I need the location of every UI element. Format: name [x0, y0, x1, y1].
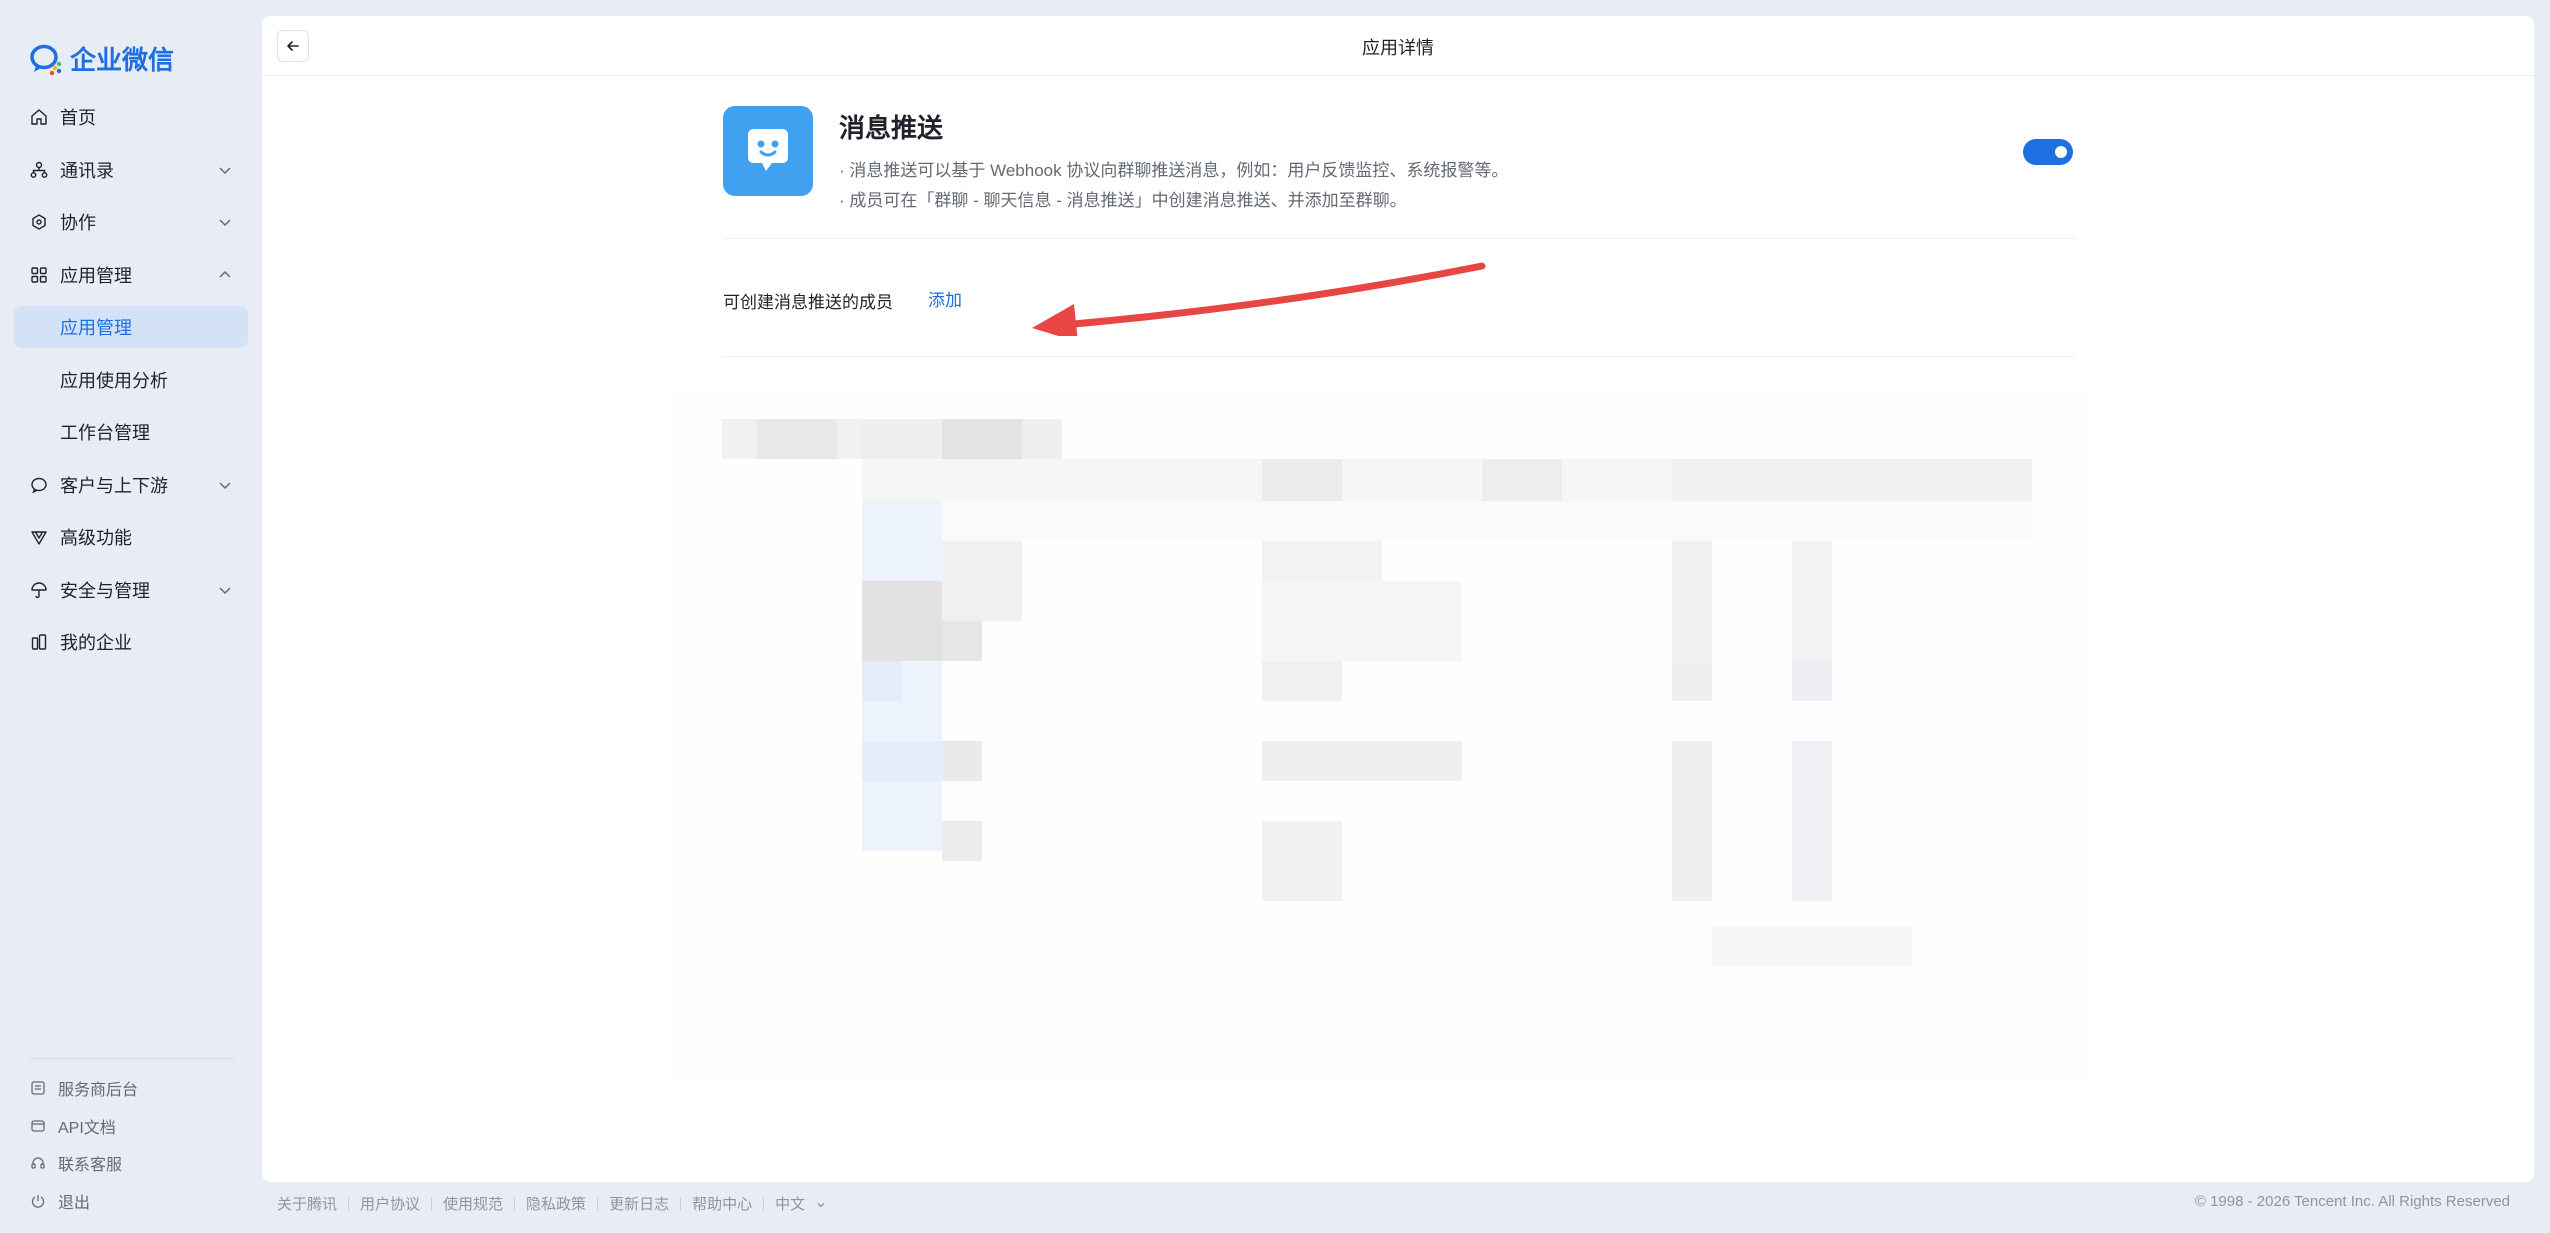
sidebar-item-label: 应用管理: [60, 265, 132, 286]
sidebar-item-app-management[interactable]: 应用管理: [14, 254, 248, 296]
sidebar-item-advanced[interactable]: 高级功能: [14, 516, 248, 558]
footer-separator: [680, 1196, 682, 1211]
wecom-logo-icon: [30, 44, 62, 76]
logout-link[interactable]: 退出: [30, 1188, 138, 1214]
sidebar-item-collab[interactable]: 协作: [14, 201, 248, 243]
footer-link-usage-rules[interactable]: 使用规范: [443, 1193, 503, 1214]
footer-separator: [597, 1196, 599, 1211]
app-enable-toggle[interactable]: [2023, 139, 2073, 165]
service-backend-link[interactable]: 服务商后台: [30, 1075, 138, 1101]
sidebar-item-customers[interactable]: 客户与上下游: [14, 464, 248, 506]
collab-icon: [30, 213, 48, 231]
apps-icon: [30, 266, 48, 284]
sidebar-bottom-links: 服务商后台 API文档 联系客服 退出: [30, 1075, 138, 1225]
chevron-up-icon: [219, 270, 231, 278]
bottom-link-label: 联系客服: [58, 1157, 123, 1174]
contact-support-link[interactable]: 联系客服: [30, 1150, 138, 1176]
copyright: © 1998 - 2026 Tencent Inc. All Rights Re…: [2194, 1193, 2510, 1210]
chevron-down-icon: [219, 166, 231, 174]
footer-link-help[interactable]: 帮助中心: [692, 1193, 752, 1214]
bottom-link-label: 退出: [58, 1194, 91, 1212]
add-members-link[interactable]: 添加: [928, 286, 962, 311]
brand-logo[interactable]: 企业微信: [28, 40, 174, 76]
sidebar-item-label: 应用使用分析: [60, 370, 168, 391]
app-description: · 消息推送可以基于 Webhook 协议向群聊推送消息，例如：用户反馈监控、系…: [839, 156, 1508, 216]
divider: [723, 238, 2075, 239]
chevron-down-icon: [219, 586, 231, 594]
building-icon: [30, 633, 48, 651]
sidebar-subitem-workbench-management[interactable]: 工作台管理: [14, 411, 248, 453]
api-icon: [31, 1119, 45, 1132]
service-icon: [31, 1081, 45, 1095]
app-icon: [723, 106, 813, 196]
footer-separator: [348, 1196, 350, 1211]
api-docs-link[interactable]: API文档: [30, 1113, 138, 1139]
annotation-arrow: [1032, 262, 1486, 336]
chevron-down-icon: [219, 481, 231, 489]
footer-link-privacy[interactable]: 隐私政策: [526, 1193, 586, 1214]
sidebar-item-label: 我的企业: [60, 633, 132, 653]
sidebar-item-label: 首页: [60, 108, 96, 128]
app-description-line: · 消息推送可以基于 Webhook 协议向群聊推送消息，例如：用户反馈监控、系…: [839, 161, 1509, 180]
sidebar-item-security[interactable]: 安全与管理: [14, 569, 248, 611]
sidebar-item-label: 工作台管理: [60, 423, 150, 443]
sidebar-nav: 首页 通讯录 协作 应用管理 应用管理 应用使用分析 工作台管理 客户与上下游 …: [14, 96, 248, 674]
page-title: 应用详情: [1362, 38, 1434, 58]
bottom-link-label: 服务商后台: [58, 1082, 139, 1099]
language-label: 中文: [775, 1196, 806, 1213]
sidebar-item-contacts[interactable]: 通讯录: [14, 149, 248, 191]
footer-separator: [763, 1196, 765, 1211]
sidebar-item-label: 高级功能: [60, 528, 132, 548]
chevron-down-icon: [817, 1203, 825, 1208]
page-header: 应用详情: [262, 16, 2534, 76]
blurred-member-table: [672, 386, 2092, 1086]
sidebar-divider: [30, 1058, 234, 1059]
app-name: 消息推送: [839, 113, 944, 143]
footer-separator: [514, 1196, 516, 1211]
footer-link-changelog[interactable]: 更新日志: [609, 1193, 669, 1214]
chat-bubble-icon: [748, 129, 788, 171]
power-icon: [31, 1194, 45, 1208]
sidebar-item-my-company[interactable]: 我的企业: [14, 621, 248, 663]
sidebar-item-label: 客户与上下游: [60, 475, 168, 496]
sidebar-subitem-app-usage-analysis[interactable]: 应用使用分析: [14, 359, 248, 401]
umbrella-icon: [30, 581, 48, 599]
org-icon: [30, 161, 48, 179]
app-description-line: · 成员可在「群聊 - 聊天信息 - 消息推送」中创建消息推送、并添加至群聊。: [839, 191, 1407, 210]
sidebar-item-label: 协作: [60, 213, 96, 233]
sidebar-subitem-app-management[interactable]: 应用管理: [14, 306, 248, 348]
footer-link-about[interactable]: 关于腾讯: [277, 1193, 337, 1214]
chevron-down-icon: [219, 219, 231, 227]
sidebar-item-label: 通讯录: [60, 160, 114, 181]
advanced-icon: [30, 528, 48, 546]
headset-icon: [31, 1157, 45, 1169]
footer-separator: [431, 1196, 433, 1211]
bottom-link-label: API文档: [58, 1119, 116, 1137]
members-label: 可创建消息推送的成员: [723, 293, 893, 312]
sidebar-item-home[interactable]: 首页: [14, 96, 248, 138]
footer-links: 关于腾讯 用户协议 使用规范 隐私政策 更新日志 帮助中心 中文: [277, 1193, 827, 1214]
home-icon: [30, 108, 48, 126]
sidebar: 企业微信 首页 通讯录 协作 应用管理 应用管理 应用使用分析 工作台管理 客户…: [0, 0, 262, 1233]
chat-icon: [30, 476, 48, 494]
footer-link-user-agreement[interactable]: 用户协议: [360, 1193, 420, 1214]
language-selector[interactable]: 中文: [775, 1193, 827, 1214]
sidebar-item-label: 应用管理: [60, 318, 132, 338]
main-panel: 应用详情 消息推送 · 消息推送可以基于 Webhook 协议向群聊推送消息，例…: [262, 16, 2534, 1182]
divider: [723, 356, 2075, 357]
sidebar-item-label: 安全与管理: [60, 580, 150, 601]
brand-name: 企业微信: [70, 44, 175, 75]
